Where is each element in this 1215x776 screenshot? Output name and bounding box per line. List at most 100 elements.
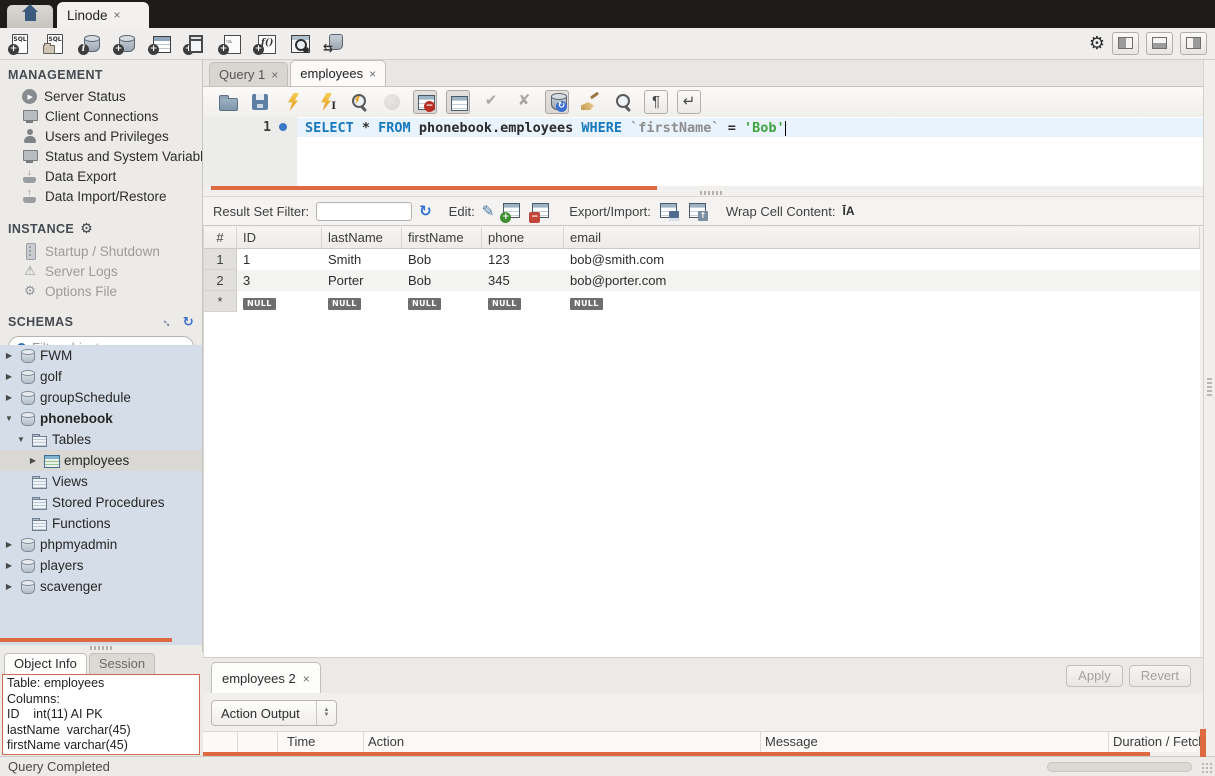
table-cell[interactable]: bob@porter.com [564,273,1200,288]
toggle-stop-on-error-icon[interactable]: − [413,90,437,114]
close-icon[interactable]: × [369,67,376,81]
home-tab[interactable] [7,5,53,28]
invisibles-icon[interactable]: ¶ [644,90,668,114]
result-filter-input[interactable] [316,202,412,221]
import-records-icon[interactable]: ↑ [687,200,709,222]
stepper-icon[interactable]: ▲▼ [316,701,336,725]
table-row[interactable]: 11SmithBob123bob@smith.com [204,249,1200,270]
toggle-right-panel-button[interactable] [1180,32,1207,55]
table-cell[interactable]: Porter [322,273,402,288]
clean-icon[interactable] [578,90,602,114]
sidebar-item-startup-shutdown[interactable]: Startup / Shutdown [0,241,202,261]
table-cell[interactable]: Bob [402,252,482,267]
output-vscrollbar[interactable] [1200,729,1206,757]
reconnect-dbms-icon[interactable] [321,31,347,57]
table-cell[interactable]: Smith [322,252,402,267]
sidebar-item-users-privileges[interactable]: Users and Privileges [0,126,202,146]
tree-arrow-icon[interactable]: ▶ [4,393,14,402]
create-procedure-icon[interactable]: + [216,31,242,57]
tree-item-scavenger[interactable]: ▶scavenger [0,576,202,597]
placeholder-row[interactable]: *NULLNULLNULLNULLNULL [204,291,1200,312]
tree-item-tables[interactable]: ▼Tables [0,429,202,450]
limit-rows-icon[interactable] [446,90,470,114]
sidebar-splitter-grip[interactable] [90,646,112,650]
tree-item-functions[interactable]: Functions [0,513,202,534]
tree-item-groupschedule[interactable]: ▶groupSchedule [0,387,202,408]
column-header-lastName[interactable]: lastName [322,227,402,248]
create-function-icon[interactable]: + [251,31,277,57]
tree-item-fwm[interactable]: ▶FWM [0,345,202,366]
tree-item-views[interactable]: Views [0,471,202,492]
tree-item-phonebook[interactable]: ▼phonebook [0,408,202,429]
tree-item-players[interactable]: ▶players [0,555,202,576]
connection-tab[interactable]: Linode × [57,2,149,28]
find-icon[interactable] [611,90,635,114]
create-table-icon[interactable]: + [146,31,172,57]
table-cell[interactable]: 1 [237,252,322,267]
toggle-left-panel-button[interactable] [1112,32,1139,55]
refresh-grid-icon[interactable]: ↻ [419,202,432,220]
create-schema-icon[interactable]: + [111,31,137,57]
edit-pencil-icon[interactable]: ✎ [482,202,495,220]
wrap-cell-content-icon[interactable]: ĪA [843,204,855,218]
tab-object-info[interactable]: Object Info [4,653,87,674]
delete-row-icon[interactable]: − [530,200,552,222]
tree-arrow-icon[interactable]: ▶ [4,540,14,549]
result-tab-employees2[interactable]: employees 2 × [211,662,321,694]
sidebar-item-options-file[interactable]: ⚙Options File [0,281,202,301]
tree-arrow-icon[interactable]: ▼ [16,435,26,444]
table-cell[interactable]: 3 [237,273,322,288]
column-header-ID[interactable]: ID [237,227,322,248]
table-cell[interactable]: NULL [237,294,322,310]
table-cell[interactable]: 345 [482,273,564,288]
table-cell[interactable]: NULL [482,294,564,310]
column-header-num[interactable]: # [204,227,237,248]
close-icon[interactable]: × [114,8,121,22]
new-sql-tab-icon[interactable]: + [6,31,32,57]
sidebar-item-server-logs[interactable]: ⚠Server Logs [0,261,202,281]
sql-editor[interactable]: 1 SELECT * FROM phonebook.employees WHER… [203,117,1203,186]
open-sql-script-icon[interactable] [41,31,67,57]
toggle-bottom-panel-button[interactable] [1146,32,1173,55]
toggle-autocommit-icon[interactable]: ↻ [545,90,569,114]
explain-icon[interactable] [347,90,371,114]
gear-icon[interactable]: ⚙ [1089,31,1105,55]
tree-arrow-icon[interactable]: ▶ [4,372,14,381]
close-icon[interactable]: × [303,672,310,686]
tree-arrow-icon[interactable]: ▶ [4,351,14,360]
sidebar-item-client-connections[interactable]: Client Connections [0,106,202,126]
tree-arrow-icon[interactable]: ▼ [4,414,14,423]
editor-tab-query-1[interactable]: Query 1× [209,62,288,86]
open-script-icon[interactable] [215,90,239,114]
table-cell[interactable]: 123 [482,252,564,267]
tree-item-stored-procedures[interactable]: Stored Procedures [0,492,202,513]
column-header-phone[interactable]: phone [482,227,564,248]
table-cell[interactable]: Bob [402,273,482,288]
export-recordset-icon[interactable] [658,200,680,222]
tree-arrow-icon[interactable]: ▶ [4,582,14,591]
editor-tab-employees[interactable]: employees× [290,60,386,86]
column-header-firstName[interactable]: firstName [402,227,482,248]
right-panel-splitter[interactable] [1203,60,1215,756]
refresh-icon[interactable]: ↻ [183,314,194,330]
expand-icon[interactable]: ↔ [159,313,178,332]
sidebar-item-status-variables[interactable]: Status and System Variables [0,146,202,166]
table-cell[interactable]: NULL [402,294,482,310]
schema-inspector-icon[interactable]: i [76,31,102,57]
sidebar-scrollbar[interactable] [0,638,172,642]
table-cell[interactable]: NULL [322,294,402,310]
save-script-icon[interactable] [248,90,272,114]
tree-arrow-icon[interactable]: ▶ [28,456,38,465]
execute-current-icon[interactable]: I [314,90,338,114]
editor-result-splitter-grip[interactable] [700,191,722,195]
table-row[interactable]: 23PorterBob345bob@porter.com [204,270,1200,291]
sidebar-item-data-import[interactable]: Data Import/Restore [0,186,202,206]
close-icon[interactable]: × [271,68,278,82]
horizontal-scrollbar[interactable] [1047,762,1192,772]
wrap-icon[interactable]: ↵ [677,90,701,114]
output-selector[interactable]: Action Output ▲▼ [211,700,337,726]
table-cell[interactable]: NULL [564,294,1200,310]
sidebar-item-data-export[interactable]: Data Export [0,166,202,186]
tree-item-employees[interactable]: ▶employees [0,450,202,471]
table-cell[interactable]: bob@smith.com [564,252,1200,267]
